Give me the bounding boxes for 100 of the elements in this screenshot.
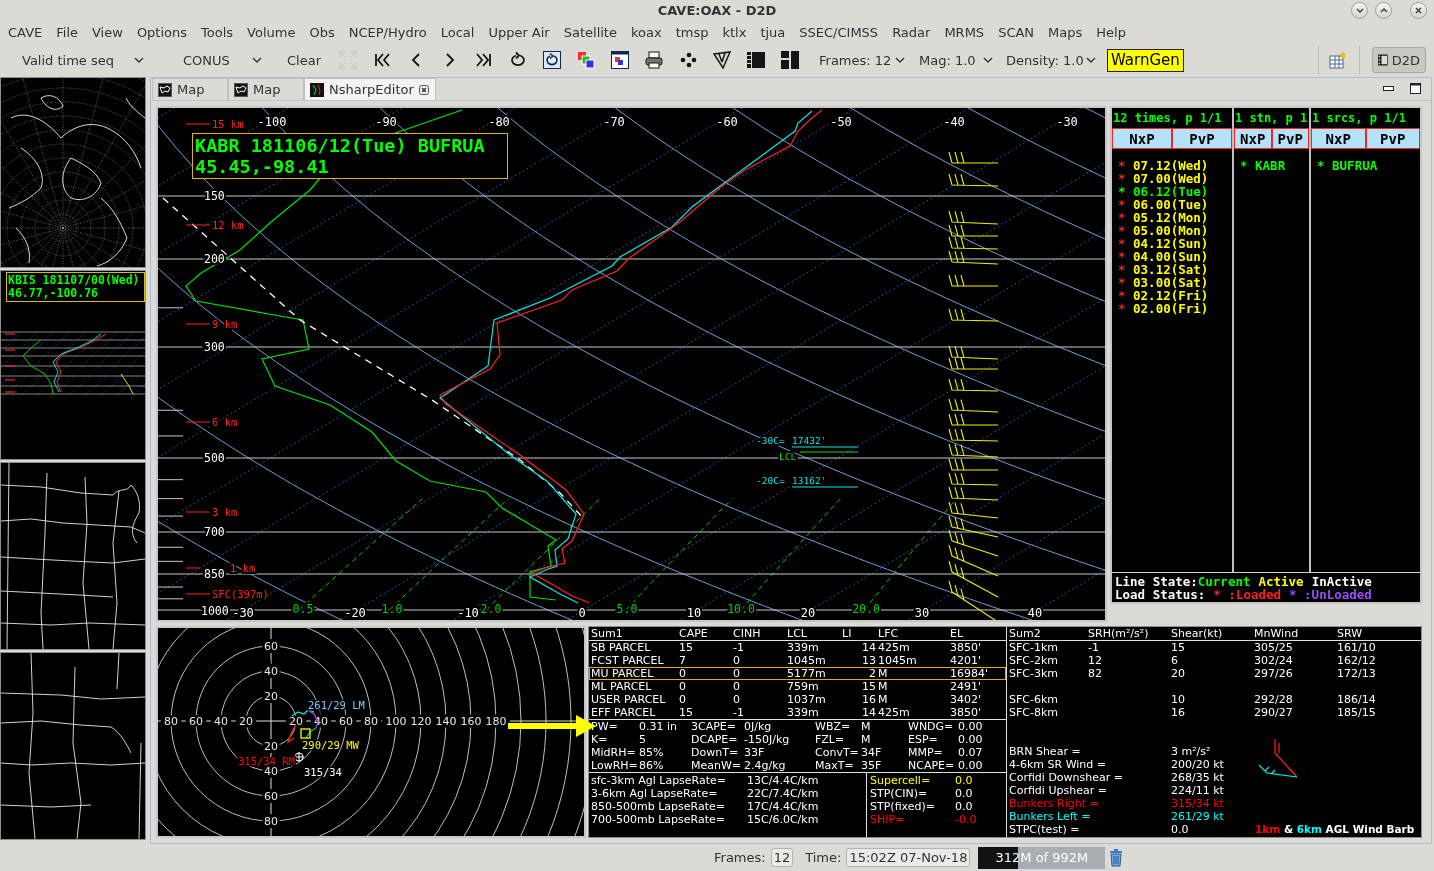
perspective-icon[interactable] [1329, 51, 1347, 69]
menu-item[interactable]: CAVE [1, 23, 50, 42]
menu-item[interactable]: koax [623, 23, 669, 42]
ring-label: 100 [385, 715, 407, 728]
height-label: 9 km [212, 318, 238, 330]
list-item[interactable]: * 03.00(Sat) [1118, 276, 1232, 289]
list-item[interactable]: * KABR [1240, 159, 1309, 172]
page-button[interactable]: NxP [1234, 128, 1272, 149]
list-item[interactable]: * 07.12(Wed) [1118, 159, 1232, 172]
menu-item[interactable]: SCAN [991, 23, 1042, 42]
menu-item[interactable]: Tools [194, 23, 241, 42]
skip-forward-icon[interactable] [475, 51, 493, 69]
station-header: KABR 181106/12(Tue) BUFRUA 45.45,-98.41 [192, 133, 508, 179]
parcel-row[interactable]: EFF PARCEL 15 -1 339m 14 425m 3850' [589, 706, 1006, 719]
menu-item[interactable]: Options [129, 23, 195, 42]
list-item[interactable]: * 07.00(Wed) [1118, 172, 1232, 185]
list-item[interactable]: * 06.00(Tue) [1118, 198, 1232, 211]
close-icon[interactable] [418, 84, 429, 95]
index-value: 0.00 [958, 759, 984, 772]
list-item[interactable]: * BUFRUA [1317, 159, 1420, 172]
temperature-label: 30 [914, 606, 930, 620]
menu-item[interactable]: SSEC/CIMSS [792, 23, 886, 42]
maximize-button[interactable] [1375, 2, 1392, 19]
close-button[interactable] [1410, 2, 1427, 19]
mixing-ratio-label: 2.0 [480, 602, 502, 616]
menu-item[interactable]: tmsp [668, 23, 716, 42]
ring-label: 160 [460, 715, 482, 728]
dropdown[interactable]: CONUS [170, 47, 268, 73]
height-label: 1 km [230, 562, 256, 574]
menu-item[interactable]: Upper Air [481, 23, 557, 42]
menu-item[interactable]: tjua [753, 23, 793, 42]
tab[interactable]: NsharpEditor [304, 78, 436, 100]
page-button[interactable]: NxP [1112, 128, 1172, 149]
index-value: 2.4g/kg [744, 759, 787, 772]
trash-icon[interactable] [1109, 848, 1124, 867]
warngen-button[interactable]: WarnGen [1107, 48, 1184, 72]
parcel-row[interactable]: SB PARCEL 15 -1 339m 14 425m 3850' [589, 641, 1006, 654]
list-item[interactable]: * 03.12(Sat) [1118, 263, 1232, 276]
table-cell-text: 292/28 [1254, 693, 1294, 706]
clear-button[interactable]: Clear [280, 47, 328, 73]
page-button[interactable]: PvP [1365, 128, 1420, 149]
height-tick [185, 511, 211, 513]
minimize-icon[interactable] [1383, 86, 1394, 91]
list-item[interactable]: * 05.00(Mon) [1118, 224, 1232, 237]
loop-icon[interactable] [509, 51, 527, 69]
tab[interactable]: Map [228, 78, 304, 100]
menu-item[interactable]: View [85, 23, 130, 42]
dropdown[interactable]: Frames: 12 [811, 47, 911, 73]
list-item[interactable]: * 04.00(Sun) [1118, 250, 1232, 263]
temperature-label: -70 [603, 115, 625, 129]
maximize-icon[interactable] [1410, 83, 1421, 94]
minimize-button[interactable] [1351, 2, 1368, 19]
list-item[interactable]: * 04.12(Sun) [1118, 237, 1232, 250]
list-item[interactable]: * 02.12(Fri) [1118, 289, 1232, 302]
menu-item[interactable]: File [49, 23, 85, 42]
column-header: LI [842, 627, 853, 640]
page-button[interactable]: NxP [1311, 128, 1366, 149]
menu-item[interactable]: Help [1089, 23, 1133, 42]
menu-item[interactable]: NCEP/Hydro [341, 23, 434, 42]
list-item[interactable]: * 02.00(Fri) [1118, 302, 1232, 315]
dropdown[interactable]: Density: 1.0 [999, 47, 1102, 73]
image-combine-icon[interactable] [577, 51, 595, 69]
mini-sounding-panel[interactable]: KBIS 181107/00(Wed) 46.77,-100.76 [0, 270, 146, 460]
page-button[interactable]: PvP [1172, 128, 1232, 149]
menu-item[interactable]: Maps [1041, 23, 1090, 42]
menu-item[interactable]: MRMS [937, 23, 992, 42]
list-item[interactable]: * 06.12(Tue) [1118, 185, 1232, 198]
perspective-button[interactable]: D2D [1372, 47, 1426, 73]
menu-item[interactable]: Satellite [556, 23, 624, 42]
printer-icon[interactable] [645, 51, 663, 69]
table-cell-text: 12 [1088, 654, 1103, 667]
wind-param-value: 0.0 [1171, 823, 1190, 836]
parcel-row[interactable]: USER PARCEL 0 0 1037m 16 M 3402' [589, 693, 1006, 706]
level-label: -20C= [756, 475, 785, 486]
time-display: 15:02Z 07-Nov-18 [846, 848, 971, 867]
tab[interactable]: Map [152, 78, 228, 100]
menu-item[interactable]: Local [433, 23, 482, 42]
skip-back-icon[interactable] [373, 51, 391, 69]
parcel-row[interactable]: ML PARCEL 0 0 759m 15 M 2491' [589, 680, 1006, 693]
page-button[interactable]: PvP [1271, 128, 1309, 149]
lapse-rate-value: 13C/4.4C/km [747, 774, 820, 787]
parcel-row[interactable]: MU PARCEL 0 0 5177m 2 M 16984' [589, 667, 1006, 680]
menu-item[interactable]: Radar [885, 23, 938, 42]
status-label: Time: [805, 850, 842, 865]
parcel-row[interactable]: FCST PARCEL 7 0 1045m 13 1045m 4201' [589, 654, 1006, 667]
index-label: ESP= [908, 733, 939, 746]
menu-item[interactable]: Volume [240, 23, 303, 42]
dropdown[interactable]: Valid time seq [14, 47, 150, 73]
menu-item[interactable]: ktlx [715, 23, 754, 42]
menu-item[interactable]: Obs [302, 23, 342, 42]
grid-layout-icon[interactable] [781, 51, 799, 69]
draw-tool-icon[interactable] [713, 51, 731, 69]
panel-layout-icon[interactable] [747, 51, 765, 69]
list-item[interactable]: * 05.12(Mon) [1118, 211, 1232, 224]
wind-param-value: 3 m²/s² [1171, 745, 1212, 758]
dropdown[interactable]: Mag: 1.0 [911, 47, 999, 73]
dots-icon[interactable] [679, 51, 697, 69]
image-properties-icon[interactable] [611, 51, 629, 69]
loop-settings-icon[interactable] [543, 51, 561, 69]
legend-item: InActive [1311, 575, 1372, 588]
